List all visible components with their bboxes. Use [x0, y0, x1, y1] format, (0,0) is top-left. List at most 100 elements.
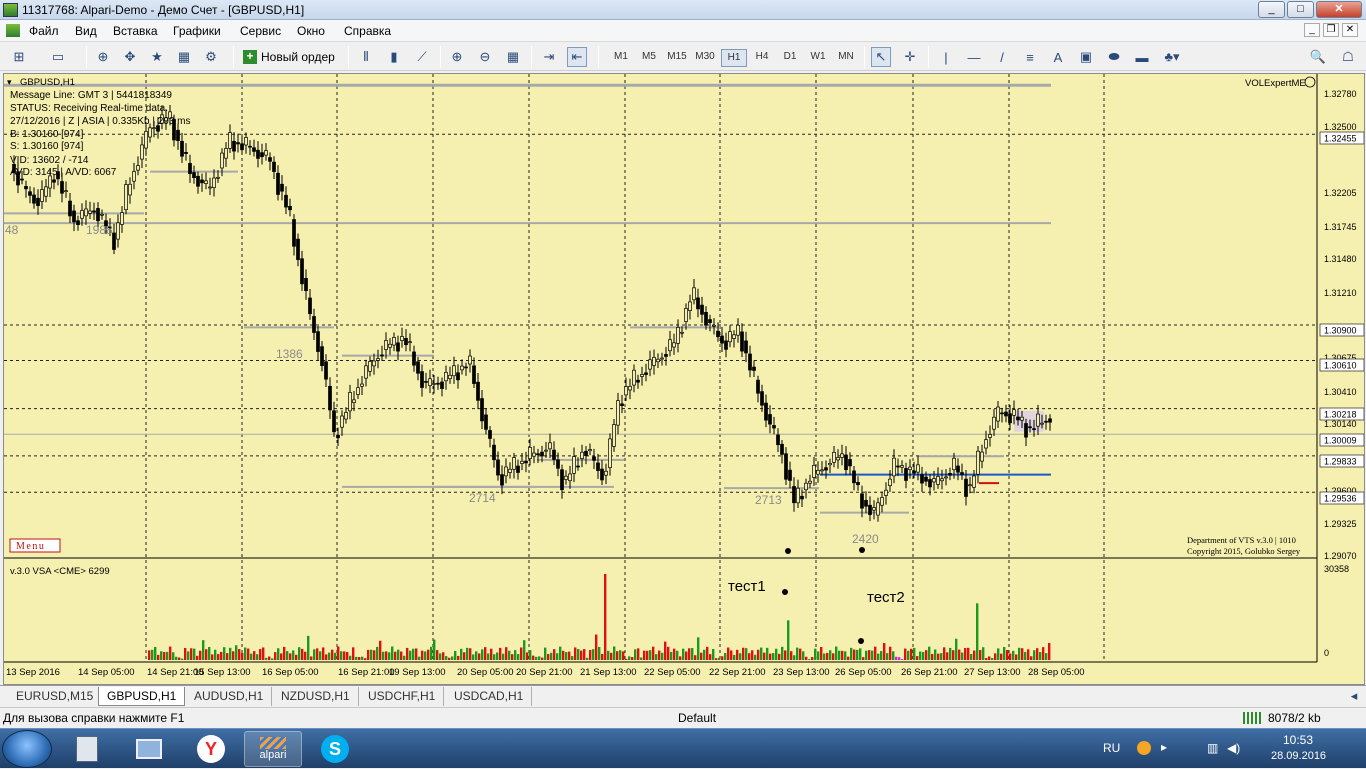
- community-icon[interactable]: ☖: [1338, 47, 1358, 67]
- candle-body: [80, 210, 84, 219]
- menu-file[interactable]: Файл: [29, 24, 59, 38]
- candle-body: [1024, 423, 1028, 438]
- volume-bar: [154, 646, 157, 660]
- tab-gbpusd-h1[interactable]: GBPUSD,H1: [98, 687, 186, 706]
- start-button[interactable]: [2, 730, 52, 768]
- tab-eurusd-m15[interactable]: EURUSD,M15: [8, 687, 103, 706]
- zoom-in-icon[interactable]: ⊕: [447, 47, 467, 67]
- timeframe-h4[interactable]: H4: [749, 49, 775, 65]
- clock-time[interactable]: 10:53: [1283, 733, 1313, 747]
- text-label-icon[interactable]: ▣: [1076, 47, 1096, 67]
- volume-bar: [760, 647, 763, 660]
- line-chart-icon[interactable]: ⟋: [412, 47, 432, 67]
- crosshair-icon[interactable]: ✛: [900, 47, 920, 67]
- menu-service[interactable]: Сервис: [240, 24, 281, 38]
- timeframe-mn[interactable]: MN: [833, 49, 859, 65]
- volume-bar: [598, 646, 601, 660]
- volume-bar: [253, 651, 256, 660]
- rectangle-icon[interactable]: ▬: [1132, 47, 1152, 67]
- volume-bar: [190, 648, 193, 660]
- menu-insert[interactable]: Вставка: [113, 24, 158, 38]
- search-icon[interactable]: 🔍: [1308, 47, 1328, 67]
- timeframe-h1[interactable]: H1: [721, 49, 747, 67]
- tab-usdchf-h1[interactable]: USDCHF,H1: [360, 687, 445, 706]
- tray-arrow-icon[interactable]: ▸: [1161, 740, 1167, 754]
- tab-usdcad-h1[interactable]: USDCAD,H1: [446, 687, 533, 706]
- timeframe-m5[interactable]: M5: [636, 49, 662, 65]
- menu-help[interactable]: Справка: [344, 24, 391, 38]
- maximize-button[interactable]: □: [1287, 1, 1314, 18]
- tile-windows-icon[interactable]: ▦: [503, 47, 523, 67]
- chart-window[interactable]: 1.32780 1.32500 1.32205 1.31745 1.31480 1.312…: [3, 73, 1365, 685]
- ellipse-icon[interactable]: ⬬: [1104, 47, 1124, 67]
- mdi-close-button[interactable]: ✕: [1342, 23, 1358, 37]
- horizontal-line-icon[interactable]: —: [964, 47, 984, 67]
- navigator-icon[interactable]: ★: [147, 47, 167, 67]
- volume-bar: [148, 650, 151, 660]
- profiles-icon[interactable]: ▭: [48, 47, 68, 67]
- channel-icon[interactable]: ≡: [1020, 47, 1040, 67]
- autoscroll-icon[interactable]: ⇤: [567, 47, 587, 67]
- candlestick-icon[interactable]: ▮: [384, 47, 404, 67]
- chart-shift-icon[interactable]: ⇥: [539, 47, 559, 67]
- annotation-test1: тест1: [728, 578, 766, 595]
- new-chart-icon[interactable]: ⊞: [9, 47, 29, 67]
- volume-bar: [673, 648, 676, 660]
- vertical-line-icon[interactable]: |: [936, 47, 956, 67]
- tab-nzdusd-h1[interactable]: NZDUSD,H1: [273, 687, 359, 706]
- candle-body: [300, 258, 304, 285]
- minimize-button[interactable]: _: [1258, 1, 1285, 18]
- candle-body: [256, 149, 260, 159]
- menu-window[interactable]: Окно: [297, 24, 325, 38]
- timeframe-w1[interactable]: W1: [805, 49, 831, 65]
- volume-icon[interactable]: ◀): [1227, 741, 1240, 755]
- volume-bar: [244, 647, 247, 660]
- terminal-icon[interactable]: ▦: [174, 47, 194, 67]
- tabs-scroll-icon[interactable]: ◂: [1344, 686, 1364, 706]
- chart-canvas[interactable]: 1.32780 1.32500 1.32205 1.31745 1.31480 1.312…: [4, 74, 1364, 684]
- candle-body: [988, 434, 992, 438]
- skype-task-icon[interactable]: S: [306, 731, 364, 767]
- tray-app-icon[interactable]: [1137, 741, 1151, 755]
- timeframe-m15[interactable]: M15: [664, 49, 690, 65]
- timeframe-m30[interactable]: M30: [692, 49, 718, 65]
- menu-charts[interactable]: Графики: [173, 24, 221, 38]
- menu-view[interactable]: Вид: [75, 24, 97, 38]
- new-order-button[interactable]: + Новый ордер: [240, 47, 340, 67]
- sub-min-label: 0: [1324, 648, 1329, 658]
- timeframe-d1[interactable]: D1: [777, 49, 803, 65]
- volume-bar: [967, 647, 970, 660]
- candle-body: [508, 468, 512, 473]
- tab-audusd-h1[interactable]: AUDUSD,H1: [186, 687, 273, 706]
- volume-bar: [286, 651, 289, 660]
- network-icon[interactable]: ▥: [1207, 741, 1218, 755]
- volume-bar: [526, 652, 529, 660]
- mdi-restore-button[interactable]: ❐: [1323, 23, 1339, 37]
- volume-bar: [220, 651, 223, 660]
- calculator-task-icon[interactable]: [58, 731, 116, 767]
- strategy-tester-icon[interactable]: ⚙: [201, 47, 221, 67]
- clock-date[interactable]: 28.09.2016: [1271, 750, 1326, 762]
- candle-body: [792, 486, 796, 504]
- text-tool-icon[interactable]: A: [1048, 47, 1068, 67]
- zoom-out-icon[interactable]: ⊖: [475, 47, 495, 67]
- arrows-dropdown-icon[interactable]: ♣▾: [1162, 47, 1182, 67]
- cursor-icon[interactable]: ↖: [871, 47, 891, 67]
- info-line: S: 1.30160 [974]: [10, 141, 84, 152]
- trendline-icon[interactable]: /: [992, 47, 1012, 67]
- language-indicator[interactable]: RU: [1103, 741, 1120, 755]
- yandex-task-icon[interactable]: Y: [182, 731, 240, 767]
- market-watch-icon[interactable]: ⊕: [93, 47, 113, 67]
- timeframe-m1[interactable]: M1: [608, 49, 634, 65]
- mdi-minimize-button[interactable]: _: [1304, 23, 1320, 37]
- volume-bar: [412, 648, 415, 660]
- crosshair-move-icon[interactable]: ✥: [120, 47, 140, 67]
- volume-bar: [319, 651, 322, 660]
- bar-chart-icon[interactable]: ⫴: [356, 47, 376, 67]
- price-tag-label: 1.32455: [1324, 134, 1357, 144]
- candle-body: [260, 152, 264, 158]
- volume-bar: [931, 653, 934, 660]
- remote-desktop-task-icon[interactable]: [120, 731, 178, 767]
- alpari-task-icon[interactable]: alpari: [244, 731, 302, 767]
- close-button[interactable]: ✕: [1316, 1, 1362, 18]
